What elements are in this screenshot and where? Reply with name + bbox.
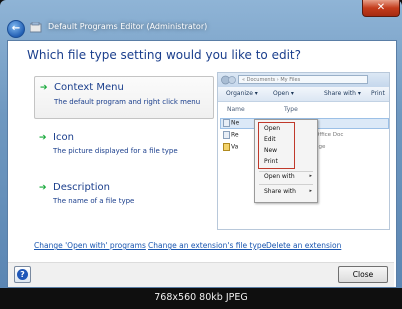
back-arrow-icon: ←: [11, 23, 21, 34]
preview-nav-bar: « Documents › My Files: [218, 73, 389, 87]
preview-col-type: Type: [284, 106, 298, 113]
option-context-menu[interactable]: ➔ Context Menu The default program and r…: [34, 76, 214, 119]
menu-divider: [259, 171, 313, 172]
context-item-print: Print: [264, 158, 278, 165]
footer-bar: [8, 262, 394, 287]
arrow-right-icon: ➔: [39, 133, 47, 143]
help-icon: ?: [17, 269, 28, 280]
preview-print: Print: [371, 90, 385, 97]
context-item-edit: Edit: [264, 136, 276, 143]
context-item-open: Open: [264, 125, 281, 132]
close-button[interactable]: Close: [338, 266, 388, 283]
preview-open: Open ▾: [273, 90, 294, 97]
nav-buttons-icon: [221, 75, 236, 85]
file-icon: [223, 131, 230, 139]
arrow-right-icon: ➔: [39, 183, 47, 193]
arrow-right-icon: ➔: [40, 83, 48, 93]
option-title: Context Menu: [54, 82, 124, 93]
file-icon: [223, 119, 230, 127]
image-caption: 768x560 80kb JPEG: [154, 292, 248, 303]
option-description[interactable]: ➔ Description The name of a file type: [34, 177, 212, 211]
app-icon: [30, 22, 42, 33]
context-item-new: New: [264, 147, 278, 154]
help-button[interactable]: ?: [14, 266, 31, 283]
back-button[interactable]: ←: [7, 20, 25, 38]
delete-extension-link[interactable]: Delete an extension: [266, 241, 341, 250]
context-item-open-with: Open with: [264, 173, 295, 180]
menu-divider: [259, 184, 313, 185]
window-title: Default Programs Editor (Administrator): [48, 22, 208, 31]
option-description: The name of a file type: [53, 197, 135, 205]
preview-row: Va: [223, 143, 238, 151]
preview-row-type: Office Doc: [315, 132, 344, 138]
program-window: ← Default Programs Editor (Administrator…: [0, 0, 402, 288]
preview-share: Share with ▾: [324, 90, 361, 97]
option-description: The default program and right click menu: [54, 98, 201, 106]
page-heading: Which file type setting would you like t…: [27, 48, 301, 62]
preview-col-name: Name: [227, 106, 245, 113]
preview-row: Ne: [223, 119, 239, 127]
preview-organize: Organize ▾: [226, 90, 258, 97]
preview-address-bar: « Documents › My Files: [238, 75, 368, 84]
window-close-button[interactable]: ✕: [362, 0, 400, 17]
submenu-arrow-icon: ▸: [309, 173, 312, 179]
submenu-arrow-icon: ▸: [309, 188, 312, 194]
change-open-with-link[interactable]: Change 'Open with' programs: [34, 241, 146, 250]
change-file-type-link[interactable]: Change an extension's file type: [148, 241, 266, 250]
preview-row: Re: [223, 131, 239, 139]
file-icon: [223, 143, 230, 151]
preview-toolbar: Organize ▾ Open ▾ Share with ▾ Print: [218, 87, 389, 102]
preview-context-menu: Open Edit New Print Open with ▸ Share wi…: [254, 119, 318, 203]
option-title: Description: [53, 182, 110, 193]
option-title: Icon: [53, 132, 74, 143]
option-icon[interactable]: ➔ Icon The picture displayed for a file …: [34, 127, 212, 161]
option-description: The picture displayed for a file type: [53, 147, 178, 155]
context-item-share-with: Share with: [264, 188, 296, 195]
close-icon: ✕: [376, 2, 386, 13]
title-bar: ← Default Programs Editor (Administrator…: [0, 0, 402, 40]
